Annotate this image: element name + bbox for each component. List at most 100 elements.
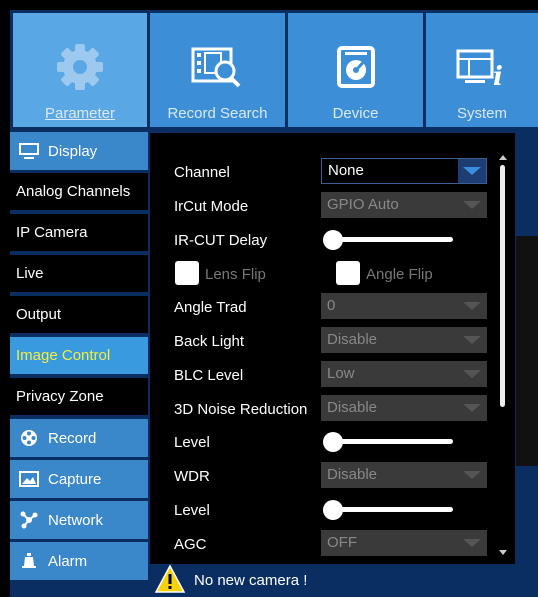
chevron-down-icon [463,302,481,310]
sidebar-label: Alarm [48,552,88,570]
noise-reduction-value: Disable [327,399,378,416]
ircut-delay-label: IR-CUT Delay [174,232,268,249]
scrollbar-thumb[interactable] [500,165,505,407]
sidebar-label: Display [48,142,98,160]
image-control-panel: Channel None IrCut Mode GPIO Auto IR-CUT… [150,130,515,564]
scroll-up-icon[interactable] [499,155,507,160]
sidebar-label: Network [48,511,104,529]
wdr-level-slider[interactable] [323,500,453,520]
side-panel [516,236,538,466]
tab-label: Record Search [167,105,268,122]
agc-select[interactable]: OFF [321,530,487,556]
sidebar-item-analog-channels[interactable]: Analog Channels [10,173,148,211]
scrollbar[interactable] [499,155,507,555]
chevron-down-icon [463,370,481,378]
sidebar-label: IP Camera [16,224,88,241]
status-message: No new camera ! [194,572,308,589]
film-reel-icon [18,429,40,447]
wdr-level-label: Level [174,502,210,519]
slider-track[interactable] [329,237,453,242]
sidebar-label: Live [16,265,44,282]
tab-record-search[interactable]: Record Search [150,13,285,127]
network-icon [18,511,40,529]
back-light-select[interactable]: Disable [321,327,487,353]
warning-icon [154,563,186,597]
channel-select[interactable]: None [321,158,487,184]
slider-handle[interactable] [323,432,343,452]
sidebar-item-live[interactable]: Live [10,255,148,293]
dropdown-button[interactable] [458,159,486,183]
lens-flip-label: Lens Flip [205,266,266,283]
picture-icon [18,470,40,488]
slider-track[interactable] [329,507,453,512]
top-tab-bar: Parameter Record Search Device i System [10,10,538,130]
chevron-down-icon [463,539,481,547]
wdr-select[interactable]: Disable [321,462,487,488]
noise-level-label: Level [174,434,210,451]
ircut-mode-value: GPIO Auto [327,196,399,213]
angle-flip-label: Angle Flip [366,266,433,283]
sidebar-label: Capture [48,470,102,488]
sidebar-category-display[interactable]: Display [10,132,148,170]
sidebar: Display Analog Channels IP Camera Live O… [10,130,150,597]
scroll-down-icon[interactable] [499,550,507,555]
tab-parameter[interactable]: Parameter [13,13,147,127]
wdr-label: WDR [174,468,210,485]
chevron-down-icon [463,471,481,479]
tab-label: Parameter [44,105,116,122]
tab-label: Device [332,105,379,122]
angle-flip-checkbox[interactable] [336,261,360,285]
bell-icon [18,552,40,570]
angle-trad-select[interactable]: 0 [321,293,487,319]
back-light-label: Back Light [174,333,245,350]
chevron-down-icon [463,404,481,412]
angle-trad-label: Angle Trad [174,299,247,316]
tab-device[interactable]: Device [288,13,423,127]
angle-trad-value: 0 [327,297,336,314]
blc-level-select[interactable]: Low [321,361,487,387]
channel-value: None [328,162,364,179]
blc-level-value: Low [327,365,355,382]
noise-level-slider[interactable] [323,432,453,452]
sidebar-item-output[interactable]: Output [10,296,148,334]
monitor-icon [18,142,40,160]
noise-reduction-label: 3D Noise Reduction [174,401,308,418]
sidebar-item-privacy-zone[interactable]: Privacy Zone [10,378,148,416]
sidebar-category-capture[interactable]: Capture [10,460,148,498]
wdr-value: Disable [327,466,378,483]
ircut-mode-select[interactable]: GPIO Auto [321,192,487,218]
ircut-delay-slider[interactable] [323,230,453,250]
sidebar-label: Analog Channels [16,183,131,200]
chevron-down-icon [463,201,481,209]
sidebar-label: Image Control [16,347,111,364]
back-light-value: Disable [327,331,378,348]
noise-reduction-select[interactable]: Disable [321,395,487,421]
slider-handle[interactable] [323,500,343,520]
hard-disk-icon [336,43,376,91]
blc-level-label: BLC Level [174,367,244,384]
slider-handle[interactable] [323,230,343,250]
sidebar-category-alarm[interactable]: Alarm [10,542,148,580]
sidebar-category-network[interactable]: Network [10,501,148,539]
chevron-down-icon [463,167,481,175]
tab-label: System [456,105,507,122]
sidebar-item-image-control[interactable]: Image Control [10,337,148,375]
sidebar-item-ip-camera[interactable]: IP Camera [10,214,148,252]
status-bar: No new camera ! [150,563,538,597]
lens-flip-checkbox[interactable] [175,261,199,285]
agc-value: OFF [327,534,357,551]
sidebar-label: Output [16,306,62,323]
tab-system[interactable]: i System [426,13,538,127]
sidebar-category-record[interactable]: Record [10,419,148,457]
chevron-down-icon [463,336,481,344]
sidebar-label: Privacy Zone [16,388,104,405]
main-area: Channel None IrCut Mode GPIO Auto IR-CUT… [150,130,538,597]
agc-label: AGC [174,536,207,553]
sidebar-label: Record [48,429,97,447]
system-info-icon: i [455,43,509,91]
slider-track[interactable] [329,439,453,444]
svg-text:i: i [493,62,503,89]
channel-label: Channel [174,164,230,181]
ircut-mode-label: IrCut Mode [174,198,249,215]
film-search-icon [191,43,245,91]
